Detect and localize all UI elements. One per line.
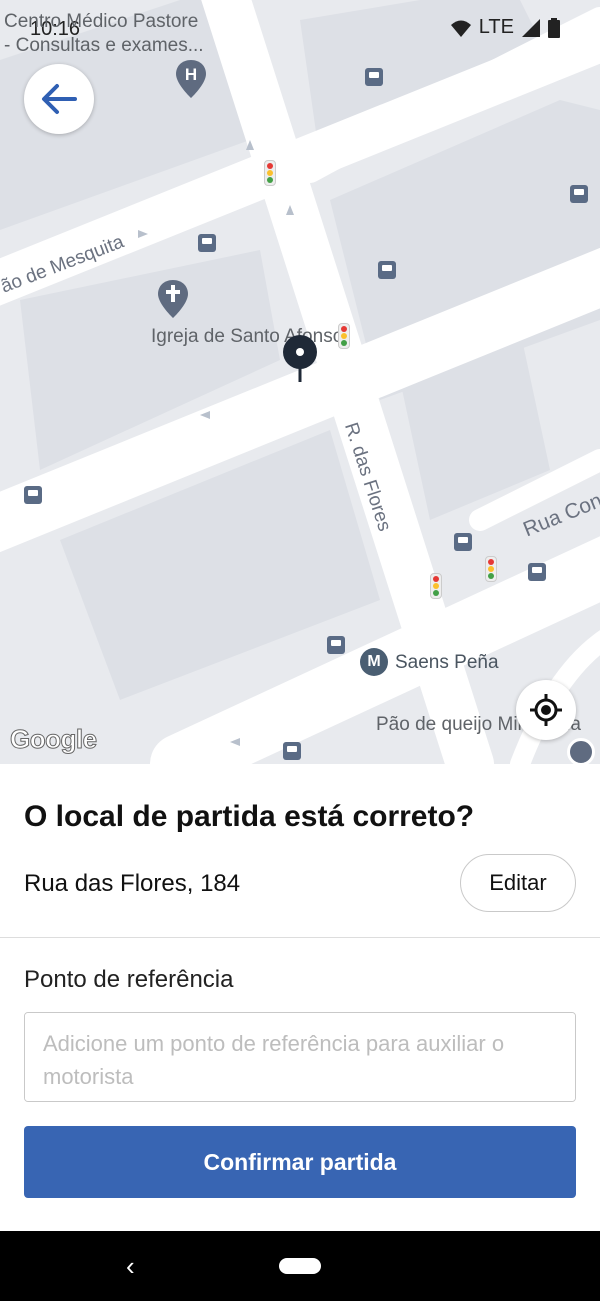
confirm-pickup-button[interactable]: Confirmar partida — [24, 1126, 576, 1198]
svg-text:H: H — [185, 65, 197, 84]
traffic-light-icon — [485, 556, 497, 582]
reference-label: Ponto de referência — [24, 966, 234, 993]
bus-stop-icon[interactable] — [24, 486, 42, 504]
pickup-address: Rua das Flores, 184 — [24, 870, 241, 897]
signal-icon — [522, 18, 540, 37]
bus-stop-icon[interactable] — [283, 742, 301, 760]
traffic-light-icon — [264, 160, 276, 186]
poi-pin-icon[interactable] — [567, 738, 595, 764]
poi-metro-label: Saens Peña — [395, 652, 499, 673]
reference-input[interactable] — [24, 1012, 576, 1102]
arrow-left-icon — [42, 84, 77, 114]
back-button[interactable] — [24, 64, 94, 134]
confirm-pickup-sheet: O local de partida está correto? Rua das… — [0, 764, 600, 1231]
battery-icon — [548, 17, 560, 38]
system-nav-bar: ‹ — [0, 1231, 600, 1301]
wifi-icon — [450, 20, 471, 37]
bus-stop-icon[interactable] — [528, 563, 546, 581]
divider — [0, 937, 600, 938]
crosshair-icon — [530, 694, 562, 726]
edit-button[interactable]: Editar — [460, 854, 576, 912]
bus-stop-icon[interactable] — [454, 533, 472, 551]
bus-stop-icon[interactable] — [327, 636, 345, 654]
traffic-light-icon — [430, 573, 442, 599]
bus-stop-icon[interactable] — [378, 261, 396, 279]
pickup-pin-icon[interactable] — [282, 334, 318, 382]
church-pin-icon[interactable] — [158, 280, 188, 318]
bus-stop-icon[interactable] — [365, 68, 383, 86]
map-view[interactable]: 10:16 LTE Centro Médico Pastore - Consul… — [0, 0, 600, 764]
bus-stop-icon[interactable] — [570, 185, 588, 203]
nav-back-icon[interactable]: ‹ — [126, 1251, 135, 1282]
status-icons: LTE — [450, 16, 560, 39]
network-label: LTE — [478, 16, 514, 38]
bus-stop-icon[interactable] — [198, 234, 216, 252]
pickup-question: O local de partida está correto? — [24, 800, 475, 833]
poi-hospital-label: Centro Médico Pastore - Consultas e exam… — [4, 11, 204, 56]
hospital-pin-icon[interactable]: H — [176, 60, 206, 98]
nav-home-button[interactable] — [279, 1258, 321, 1274]
google-logo: Google — [10, 724, 98, 755]
metro-station-icon[interactable]: M — [360, 648, 388, 676]
traffic-light-icon — [338, 323, 350, 349]
my-location-button[interactable] — [516, 680, 576, 740]
